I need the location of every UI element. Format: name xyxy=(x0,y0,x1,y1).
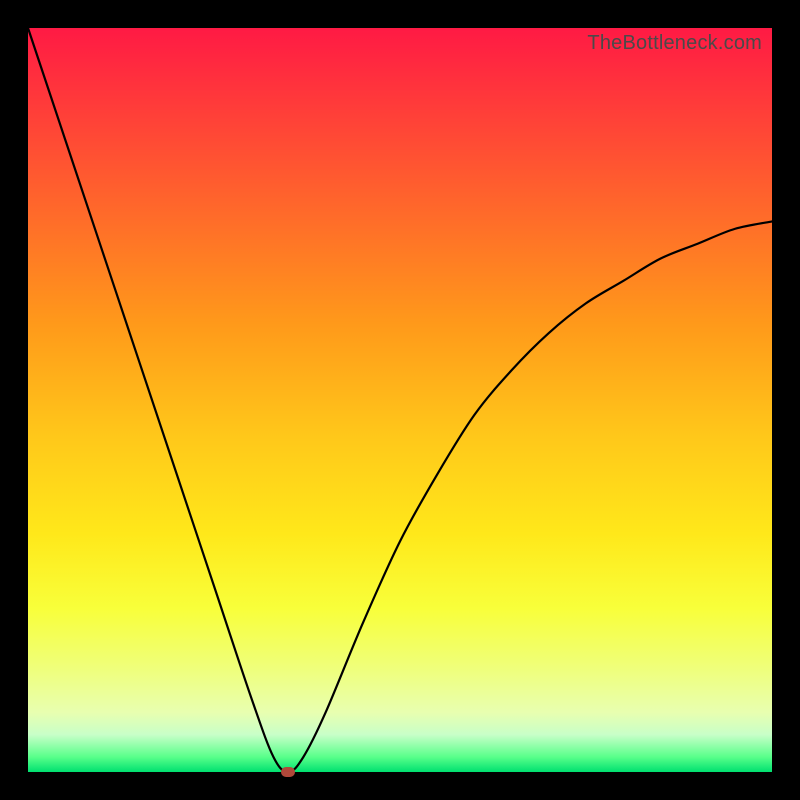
chart-frame: TheBottleneck.com xyxy=(0,0,800,800)
curve-layer xyxy=(28,28,772,772)
bottleneck-curve xyxy=(28,28,772,772)
plot-area: TheBottleneck.com xyxy=(28,28,772,772)
minimum-marker xyxy=(281,767,295,777)
